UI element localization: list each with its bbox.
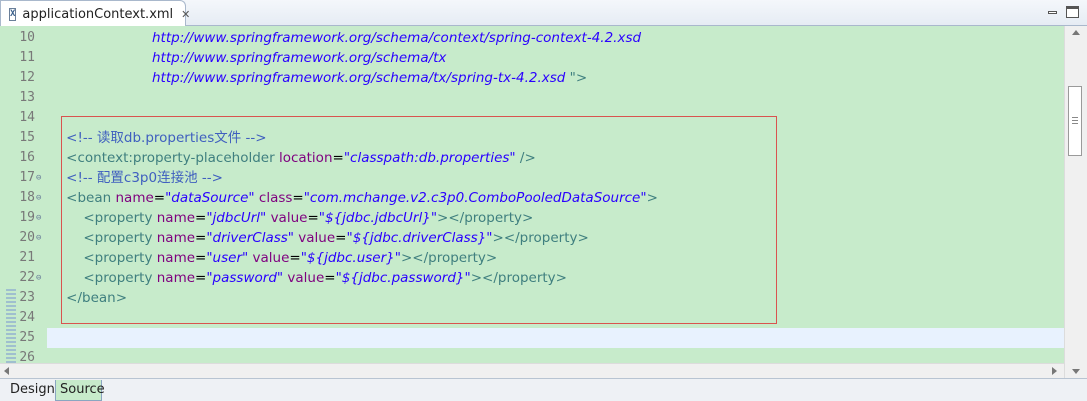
line-number: 26 <box>19 350 35 363</box>
scroll-up-icon[interactable] <box>1072 30 1080 35</box>
fold-toggle-icon[interactable]: ⊖ <box>36 188 45 208</box>
line-number: 22 <box>19 270 35 285</box>
code-token: http://www.springframework.org/schema/tx… <box>49 70 566 86</box>
fold-toggle-icon[interactable]: ⊖ <box>36 168 45 188</box>
horizontal-scrollbar[interactable] <box>0 363 1064 378</box>
line-number: 15 <box>19 130 35 145</box>
line-number: 13 <box>19 90 35 105</box>
scroll-right-icon[interactable] <box>1052 367 1057 375</box>
line-number: 16 <box>19 150 35 165</box>
editor-tab-bar: X applicationContext.xml ✕ <box>0 0 1087 27</box>
source-editor[interactable]: 10 11 12 13 14 15 16 17 ⊖ 18 ⊖ 19 ⊖ 20 ⊖ 21 22 ⊖ 23 24 25 26 … <box>0 26 1064 363</box>
line-number: 10 <box>19 30 35 45</box>
line-number: 18 <box>19 190 35 205</box>
fold-toggle-icon[interactable]: ⊖ <box>36 208 45 228</box>
vertical-scrollbar[interactable] <box>1064 26 1087 378</box>
close-icon[interactable]: ✕ <box>181 8 190 21</box>
xml-file-icon: X <box>9 7 17 21</box>
line-number: 19 <box>19 210 35 225</box>
line-number: 17 <box>19 170 35 185</box>
line-number: 20 <box>19 230 35 245</box>
scrollbar-thumb[interactable] <box>1068 86 1082 156</box>
line-number: 25 <box>19 330 35 345</box>
maximize-icon[interactable] <box>1066 6 1079 18</box>
line-number: 23 <box>19 290 35 305</box>
code-token: http://www.springframework.org/schema/co… <box>49 30 642 46</box>
fold-toggle-icon[interactable]: ⊖ <box>36 228 45 248</box>
code-token: "> <box>565 70 588 86</box>
code-line[interactable]: http://www.springframework.org/schema/tx… <box>49 68 587 88</box>
code-token: http://www.springframework.org/schema/tx <box>49 50 447 66</box>
code-line[interactable]: http://www.springframework.org/schema/tx <box>49 48 446 68</box>
fold-toggle-icon[interactable]: ⊖ <box>36 268 45 288</box>
tab-source[interactable]: Source <box>55 380 105 401</box>
minimize-icon[interactable] <box>1046 6 1059 18</box>
line-number: 12 <box>19 70 35 85</box>
editor-page-tabs: Design Source <box>0 378 1087 401</box>
line-number-gutter: 10 11 12 13 14 15 16 17 ⊖ 18 ⊖ 19 ⊖ 20 ⊖ 21 22 ⊖ 23 24 25 26 <box>0 26 47 363</box>
annotation-highlight-box <box>61 116 777 324</box>
editor-tab-applicationcontext[interactable]: X applicationContext.xml ✕ <box>0 0 190 27</box>
line-number: 24 <box>19 310 35 325</box>
tab-title: applicationContext.xml <box>22 6 174 22</box>
scroll-left-icon[interactable] <box>4 367 9 375</box>
tab-design[interactable]: Design <box>6 380 56 401</box>
line-number: 14 <box>19 110 35 125</box>
current-line-highlight <box>47 328 1064 348</box>
code-line[interactable]: http://www.springframework.org/schema/co… <box>49 28 641 48</box>
line-number: 21 <box>19 250 35 265</box>
scroll-down-icon[interactable] <box>1072 369 1080 374</box>
line-number: 11 <box>19 50 35 65</box>
